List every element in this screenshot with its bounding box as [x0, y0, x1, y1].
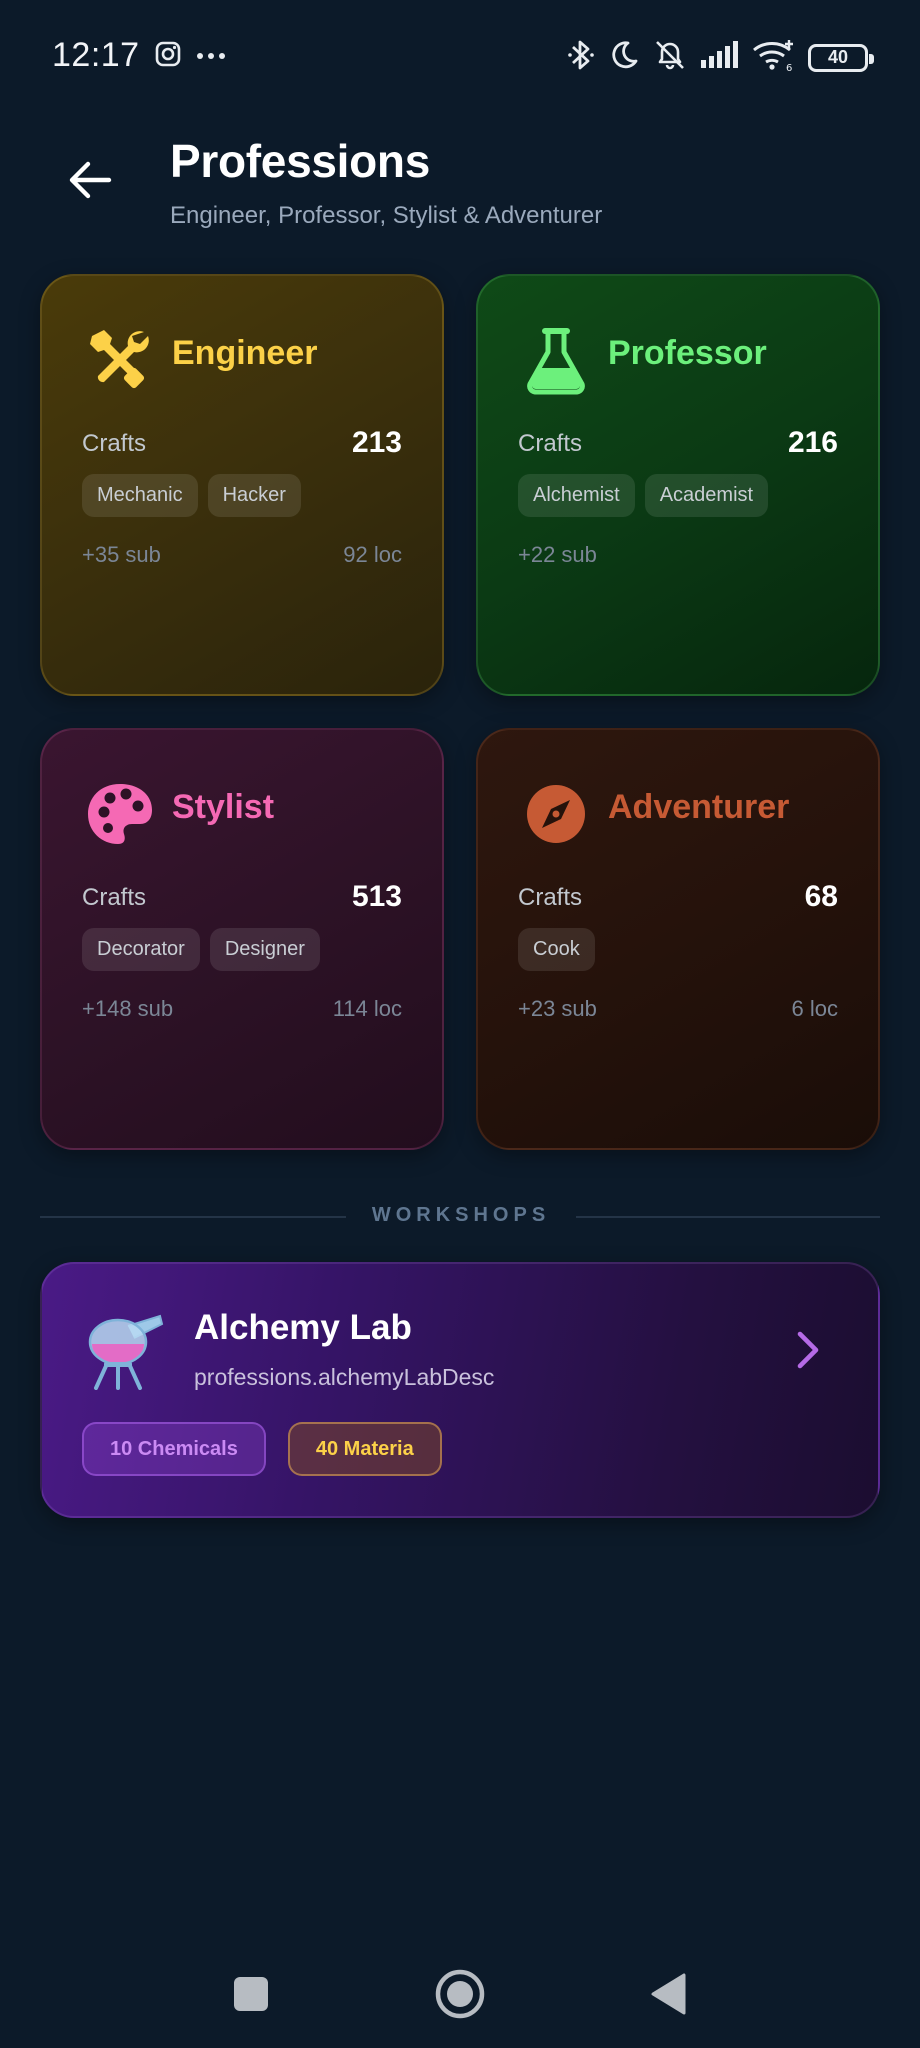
status-bar: 12:17 6 40	[0, 0, 920, 112]
page-subtitle: Engineer, Professor, Stylist & Adventure…	[170, 202, 603, 229]
battery-level: 40	[827, 47, 849, 67]
workshop-badges: 10 Chemicals 40 Materia	[82, 1422, 442, 1476]
system-nav-bar	[0, 1940, 920, 2048]
tools-icon	[82, 322, 158, 398]
profession-title: Adventurer	[608, 788, 790, 826]
profession-title: Engineer	[172, 334, 318, 372]
workshop-description: professions.alchemyLabDesc	[194, 1364, 495, 1390]
crafts-label: Crafts	[82, 430, 147, 457]
profession-card-adventurer[interactable]: Adventurer Crafts 68 Cook +23 sub 6 loc	[476, 728, 880, 1150]
materia-badge: 40 Materia	[287, 1422, 442, 1476]
tag-list: Alchemist Academist	[518, 474, 769, 517]
tag: Decorator	[82, 928, 200, 971]
flask-icon	[518, 322, 594, 398]
workshop-card-alchemy-lab[interactable]: Alchemy Lab professions.alchemyLabDesc 1…	[40, 1262, 880, 1518]
arrow-left-icon	[67, 160, 113, 205]
profession-title: Stylist	[172, 788, 275, 826]
compass-icon	[518, 776, 594, 852]
tag: Hacker	[207, 474, 301, 517]
tag-list: Mechanic Hacker	[82, 474, 301, 517]
profession-card-stylist[interactable]: Stylist Crafts 513 Decorator Designer +1…	[40, 728, 444, 1150]
instagram-icon	[154, 40, 182, 73]
circle-icon	[434, 1968, 486, 2025]
tag: Academist	[644, 474, 769, 517]
battery-icon: 40	[808, 43, 874, 72]
square-icon	[232, 1975, 270, 2018]
tag: Alchemist	[518, 474, 635, 517]
divider-right	[576, 1216, 880, 1218]
profession-card-professor[interactable]: Professor Crafts 216 Alchemist Academist…	[476, 274, 880, 696]
chemicals-badge: 10 Chemicals	[82, 1422, 266, 1476]
page-title: Professions	[170, 135, 431, 187]
sub-count: +22 sub	[518, 542, 597, 567]
workshop-title: Alchemy Lab	[194, 1308, 412, 1347]
profession-title: Professor	[608, 334, 767, 372]
chevron-right-icon	[790, 1328, 826, 1372]
crafts-count: 68	[804, 880, 838, 913]
back-button[interactable]	[58, 150, 122, 214]
crafts-label: Crafts	[82, 884, 147, 911]
tag: Designer	[209, 928, 320, 971]
palette-icon	[82, 776, 158, 852]
nav-back-button[interactable]	[640, 1968, 696, 2024]
mute-bell-icon	[652, 38, 688, 77]
crafts-count: 213	[351, 426, 402, 459]
bluetooth-icon	[566, 38, 596, 77]
moon-icon	[608, 39, 640, 76]
loc-count: 114 loc	[332, 996, 402, 1021]
sub-count: +148 sub	[82, 996, 174, 1021]
triangle-back-icon	[648, 1972, 688, 2021]
signal-icon	[700, 40, 740, 75]
loc-count: 92 loc	[343, 542, 402, 567]
status-left-icons	[154, 40, 226, 73]
loc-count: 6 loc	[791, 996, 838, 1021]
svg-text:6: 6	[786, 63, 792, 72]
wifi-icon: 6	[752, 38, 796, 77]
more-dots-icon	[196, 48, 226, 66]
status-time: 12:17	[52, 36, 140, 74]
tag: Mechanic	[82, 474, 198, 517]
crafts-count: 513	[351, 880, 402, 913]
section-heading-workshops: WORKSHOPS	[371, 1204, 551, 1226]
tag: Cook	[518, 928, 595, 971]
profession-card-engineer[interactable]: Engineer Crafts 213 Mechanic Hacker +35 …	[40, 274, 444, 696]
alembic-icon	[82, 1304, 168, 1390]
tag-list: Cook	[518, 928, 595, 971]
divider-left	[40, 1216, 346, 1218]
crafts-label: Crafts	[518, 430, 583, 457]
recents-button[interactable]	[223, 1968, 279, 2024]
crafts-label: Crafts	[518, 884, 583, 911]
tag-list: Decorator Designer	[82, 928, 320, 971]
crafts-count: 216	[787, 426, 838, 459]
status-right-icons: 6 40	[566, 38, 874, 77]
sub-count: +35 sub	[82, 542, 161, 567]
home-button[interactable]	[432, 1968, 488, 2024]
sub-count: +23 sub	[518, 996, 597, 1021]
